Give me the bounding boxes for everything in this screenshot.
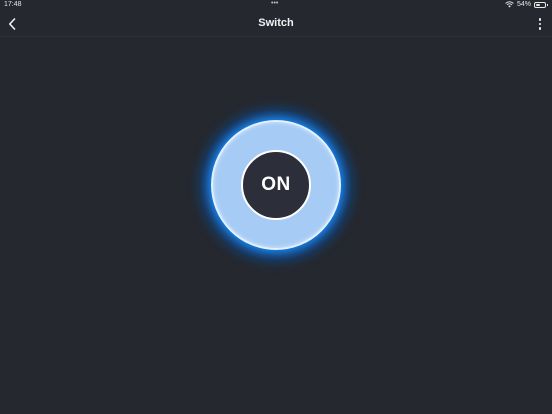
switch-state-label: ON (261, 174, 291, 195)
more-vertical-icon (538, 18, 542, 21)
status-time: 17:48 (4, 1, 22, 8)
battery-icon (534, 1, 548, 8)
status-bar: 17:48 ••• 54% (0, 0, 552, 11)
wifi-icon (505, 1, 514, 8)
multitasking-indicator[interactable]: ••• (271, 0, 278, 7)
switch-glow-ring: ON (211, 120, 341, 250)
switch-core: ON (241, 150, 311, 220)
power-switch-button[interactable]: ON (201, 110, 351, 260)
more-options-button[interactable] (534, 15, 546, 33)
page-title: Switch (258, 17, 294, 29)
navigation-bar: Switch (0, 11, 552, 37)
switch-screen: 17:48 ••• 54% Switch ON (0, 0, 552, 414)
battery-percentage: 54% (516, 1, 531, 8)
status-indicators: 54% (505, 1, 548, 8)
